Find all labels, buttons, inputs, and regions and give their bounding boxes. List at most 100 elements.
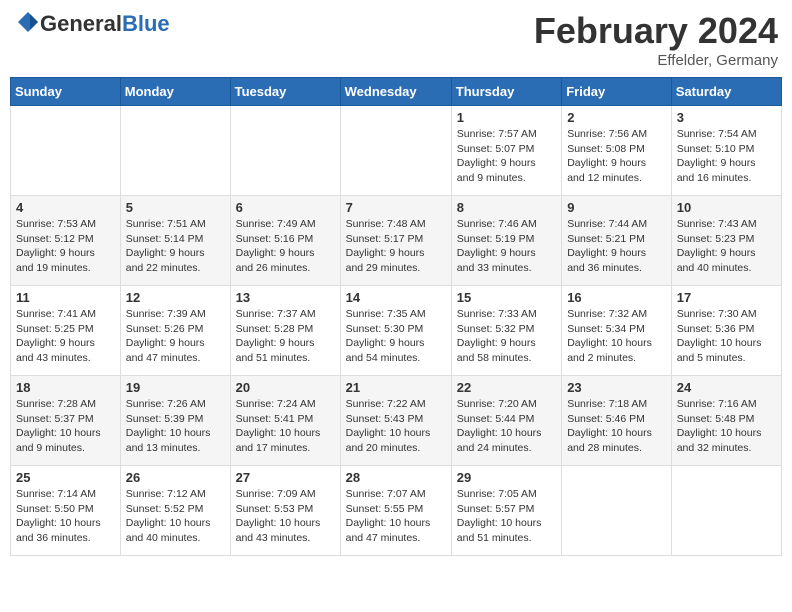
day-number: 2 [567, 110, 666, 125]
day-number: 29 [457, 470, 556, 485]
logo-blue-text: Blue [122, 11, 170, 36]
day-number: 14 [346, 290, 446, 305]
calendar-week-row: 1Sunrise: 7:57 AM Sunset: 5:07 PM Daylig… [11, 106, 782, 196]
calendar-cell: 9 Sunrise: 7:44 AM Sunset: 5:21 PM Daylig… [562, 196, 672, 286]
calendar-week-row: 25 Sunrise: 7:14 AM Sunset: 5:50 PM Dayli… [11, 466, 782, 556]
calendar-cell: 7 Sunrise: 7:48 AM Sunset: 5:17 PM Daylig… [340, 196, 451, 286]
day-number: 20 [236, 380, 335, 395]
page-header: GeneralBlue February 2024 Effelder, Germ… [10, 10, 782, 69]
day-info: Sunrise: 7:16 AM Sunset: 5:48 PM Dayligh… [677, 397, 776, 456]
day-number: 11 [16, 290, 115, 305]
calendar-cell: 26 Sunrise: 7:12 AM Sunset: 5:52 PM Dayli… [120, 466, 230, 556]
calendar-cell: 28 Sunrise: 7:07 AM Sunset: 5:55 PM Dayli… [340, 466, 451, 556]
location: Effelder, Germany [534, 52, 778, 69]
title-block: February 2024 Effelder, Germany [534, 10, 778, 69]
calendar-cell: 10 Sunrise: 7:43 AM Sunset: 5:23 PM Dayli… [671, 196, 781, 286]
weekday-header: Saturday [671, 78, 781, 106]
logo-general-text: General [40, 11, 122, 36]
day-info: Sunrise: 7:30 AM Sunset: 5:36 PM Dayligh… [677, 307, 776, 366]
day-number: 23 [567, 380, 666, 395]
weekday-header: Tuesday [230, 78, 340, 106]
day-info: Sunrise: 7:12 AM Sunset: 5:52 PM Dayligh… [126, 487, 225, 546]
day-info: Sunrise: 7:20 AM Sunset: 5:44 PM Dayligh… [457, 397, 556, 456]
day-info: Sunrise: 7:43 AM Sunset: 5:23 PM Dayligh… [677, 217, 776, 276]
weekday-header: Monday [120, 78, 230, 106]
day-info: Sunrise: 7:37 AM Sunset: 5:28 PM Dayligh… [236, 307, 335, 366]
calendar-table: SundayMondayTuesdayWednesdayThursdayFrid… [10, 77, 782, 556]
day-info: Sunrise: 7:49 AM Sunset: 5:16 PM Dayligh… [236, 217, 335, 276]
day-info: Sunrise: 7:54 AM Sunset: 5:10 PM Dayligh… [677, 127, 776, 186]
day-info: Sunrise: 7:09 AM Sunset: 5:53 PM Dayligh… [236, 487, 335, 546]
calendar-cell: 29Sunrise: 7:05 AM Sunset: 5:57 PM Dayli… [451, 466, 561, 556]
calendar-cell [562, 466, 672, 556]
day-info: Sunrise: 7:22 AM Sunset: 5:43 PM Dayligh… [346, 397, 446, 456]
day-number: 5 [126, 200, 225, 215]
calendar-week-row: 4 Sunrise: 7:53 AM Sunset: 5:12 PM Daylig… [11, 196, 782, 286]
logo: GeneralBlue [14, 10, 170, 39]
calendar-cell: 24 Sunrise: 7:16 AM Sunset: 5:48 PM Dayli… [671, 376, 781, 466]
calendar-cell: 27 Sunrise: 7:09 AM Sunset: 5:53 PM Dayli… [230, 466, 340, 556]
day-info: Sunrise: 7:28 AM Sunset: 5:37 PM Dayligh… [16, 397, 115, 456]
day-info: Sunrise: 7:39 AM Sunset: 5:26 PM Dayligh… [126, 307, 225, 366]
calendar-cell: 23 Sunrise: 7:18 AM Sunset: 5:46 PM Dayli… [562, 376, 672, 466]
weekday-header: Friday [562, 78, 672, 106]
calendar-cell: 8Sunrise: 7:46 AM Sunset: 5:19 PM Daylig… [451, 196, 561, 286]
day-info: Sunrise: 7:14 AM Sunset: 5:50 PM Dayligh… [16, 487, 115, 546]
day-number: 6 [236, 200, 335, 215]
day-info: Sunrise: 7:44 AM Sunset: 5:21 PM Dayligh… [567, 217, 666, 276]
calendar-cell [120, 106, 230, 196]
day-number: 19 [126, 380, 225, 395]
day-info: Sunrise: 7:53 AM Sunset: 5:12 PM Dayligh… [16, 217, 115, 276]
calendar-cell: 21 Sunrise: 7:22 AM Sunset: 5:43 PM Dayli… [340, 376, 451, 466]
day-info: Sunrise: 7:57 AM Sunset: 5:07 PM Dayligh… [457, 127, 556, 186]
day-info: Sunrise: 7:48 AM Sunset: 5:17 PM Dayligh… [346, 217, 446, 276]
calendar-cell: 4 Sunrise: 7:53 AM Sunset: 5:12 PM Daylig… [11, 196, 121, 286]
month-title: February 2024 [534, 10, 778, 52]
calendar-cell: 22 Sunrise: 7:20 AM Sunset: 5:44 PM Dayli… [451, 376, 561, 466]
day-number: 13 [236, 290, 335, 305]
calendar-cell: 15 Sunrise: 7:33 AM Sunset: 5:32 PM Dayli… [451, 286, 561, 376]
day-number: 10 [677, 200, 776, 215]
calendar-cell: 11 Sunrise: 7:41 AM Sunset: 5:25 PM Dayli… [11, 286, 121, 376]
calendar-cell: 3Sunrise: 7:54 AM Sunset: 5:10 PM Daylig… [671, 106, 781, 196]
day-number: 26 [126, 470, 225, 485]
weekday-header: Sunday [11, 78, 121, 106]
day-info: Sunrise: 7:56 AM Sunset: 5:08 PM Dayligh… [567, 127, 666, 186]
calendar-header-row: SundayMondayTuesdayWednesdayThursdayFrid… [11, 78, 782, 106]
calendar-cell: 13 Sunrise: 7:37 AM Sunset: 5:28 PM Dayli… [230, 286, 340, 376]
logo-icon [16, 10, 40, 34]
day-number: 12 [126, 290, 225, 305]
calendar-cell: 16Sunrise: 7:32 AM Sunset: 5:34 PM Dayli… [562, 286, 672, 376]
calendar-cell: 25 Sunrise: 7:14 AM Sunset: 5:50 PM Dayli… [11, 466, 121, 556]
day-info: Sunrise: 7:26 AM Sunset: 5:39 PM Dayligh… [126, 397, 225, 456]
day-number: 9 [567, 200, 666, 215]
day-number: 4 [16, 200, 115, 215]
day-info: Sunrise: 7:18 AM Sunset: 5:46 PM Dayligh… [567, 397, 666, 456]
day-number: 7 [346, 200, 446, 215]
weekday-header: Wednesday [340, 78, 451, 106]
calendar-cell [230, 106, 340, 196]
calendar-cell: 6 Sunrise: 7:49 AM Sunset: 5:16 PM Daylig… [230, 196, 340, 286]
calendar-cell: 5Sunrise: 7:51 AM Sunset: 5:14 PM Daylig… [120, 196, 230, 286]
day-number: 8 [457, 200, 556, 215]
calendar-cell: 20 Sunrise: 7:24 AM Sunset: 5:41 PM Dayli… [230, 376, 340, 466]
calendar-week-row: 18Sunrise: 7:28 AM Sunset: 5:37 PM Dayli… [11, 376, 782, 466]
day-info: Sunrise: 7:41 AM Sunset: 5:25 PM Dayligh… [16, 307, 115, 366]
calendar-cell: 12 Sunrise: 7:39 AM Sunset: 5:26 PM Dayli… [120, 286, 230, 376]
day-number: 28 [346, 470, 446, 485]
day-number: 17 [677, 290, 776, 305]
day-number: 21 [346, 380, 446, 395]
day-info: Sunrise: 7:07 AM Sunset: 5:55 PM Dayligh… [346, 487, 446, 546]
day-number: 27 [236, 470, 335, 485]
weekday-header: Thursday [451, 78, 561, 106]
day-info: Sunrise: 7:24 AM Sunset: 5:41 PM Dayligh… [236, 397, 335, 456]
day-info: Sunrise: 7:35 AM Sunset: 5:30 PM Dayligh… [346, 307, 446, 366]
day-number: 24 [677, 380, 776, 395]
day-number: 15 [457, 290, 556, 305]
day-number: 22 [457, 380, 556, 395]
day-info: Sunrise: 7:33 AM Sunset: 5:32 PM Dayligh… [457, 307, 556, 366]
day-number: 25 [16, 470, 115, 485]
calendar-cell [11, 106, 121, 196]
calendar-cell: 19 Sunrise: 7:26 AM Sunset: 5:39 PM Dayli… [120, 376, 230, 466]
calendar-week-row: 11 Sunrise: 7:41 AM Sunset: 5:25 PM Dayli… [11, 286, 782, 376]
